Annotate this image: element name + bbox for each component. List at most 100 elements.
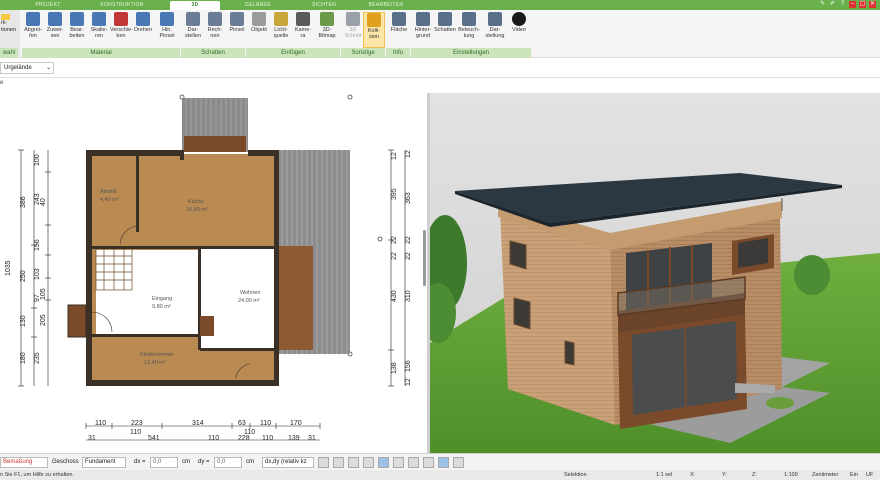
walk-icon[interactable]: [363, 457, 374, 468]
area-icon: [392, 12, 406, 26]
floor-eingang: [96, 250, 200, 336]
selection-handle[interactable]: [347, 94, 353, 100]
ribbon-button-background[interactable]: Hinter- grund: [412, 12, 434, 48]
group-sonstige: Sonstige: [341, 48, 385, 58]
svg-text:395: 395: [391, 188, 398, 200]
floor-dropdown-value: Fundament: [85, 459, 116, 465]
tab-gelaende[interactable]: Gelände: [234, 1, 282, 10]
vertical-scrollbar[interactable]: [423, 230, 426, 286]
window: [564, 340, 575, 366]
svg-text:156: 156: [405, 360, 412, 372]
ortho-icon[interactable]: [438, 457, 449, 468]
ribbon-button-rotate[interactable]: Drehen: [132, 12, 154, 48]
ribbon-button-shadow-brush[interactable]: Pinsel: [226, 12, 248, 48]
status-x: X:: [690, 472, 696, 478]
ribbon-button-label: Skalie- ren: [90, 27, 108, 39]
ribbon-button-video[interactable]: Video: [508, 12, 530, 48]
restore-icon[interactable]: ▢: [859, 1, 866, 8]
ribbon-button-area[interactable]: Fläche: [388, 12, 410, 48]
camera-icon[interactable]: [348, 457, 359, 468]
svg-text:22: 22: [391, 252, 398, 260]
ribbon-button-bitmap[interactable]: 3D- Bitmap: [316, 12, 338, 48]
ribbon-button-shadow-display[interactable]: Dar- stellen: [182, 12, 204, 48]
paint-icon[interactable]: ✐: [829, 1, 836, 8]
ribbon-button-section[interactable]: 3D Schnitt: [342, 12, 364, 48]
room-eingang-label: Eingang: [152, 296, 172, 302]
shadow-display-icon: [186, 12, 200, 26]
ribbon-button-camera[interactable]: Kame- ra: [292, 12, 314, 48]
dy-value: 0,0: [217, 459, 226, 465]
ribbon-button-collision[interactable]: Kolli- sion: [363, 12, 385, 48]
ribbon-button-label: Drehen: [133, 27, 153, 33]
help-icon[interactable]: ?: [839, 1, 846, 8]
svg-text:31: 31: [88, 435, 96, 442]
info-icon[interactable]: [453, 457, 464, 468]
pin-icon[interactable]: ✎: [819, 1, 826, 8]
status-unit: Zentimeter: [812, 472, 839, 478]
minimize-icon[interactable]: –: [849, 1, 856, 8]
ribbon-button-eyedropper[interactable]: Abgrei- fen: [22, 12, 44, 48]
ribbon-button-edit[interactable]: Bear- beiten: [66, 12, 88, 48]
view-icon[interactable]: [333, 457, 344, 468]
entry-step: [67, 304, 87, 338]
tree-right: [794, 255, 830, 295]
ribbon-button-display[interactable]: Dar- stellung: [484, 12, 506, 48]
layer-icon[interactable]: [393, 457, 404, 468]
ribbon-button-scale[interactable]: Skalie- ren: [88, 12, 110, 48]
ribbon-button-label: Beleuch- tung: [458, 27, 480, 39]
dx-input[interactable]: 0,0: [150, 457, 178, 468]
group-schatten: Schatten: [181, 48, 245, 58]
chevron-down-icon: ⌄: [45, 65, 51, 71]
tab-konstruktion[interactable]: Konstruktion: [92, 1, 152, 10]
shadow-calc-icon: [208, 12, 222, 26]
svg-text:22: 22: [405, 236, 412, 244]
dy-input[interactable]: 0,0: [214, 457, 242, 468]
floor-plan-view[interactable]: Abstell 4,40 m² Küche 16,80 m² Eingang 9…: [0, 93, 427, 442]
status-y: Y:: [722, 472, 727, 478]
ribbon-button-label: 3D Schnitt: [344, 27, 362, 39]
group-einstellungen: Einstellungen: [411, 48, 531, 58]
svg-text:110: 110: [95, 420, 106, 427]
svg-text:22: 22: [391, 236, 398, 244]
svg-text:180: 180: [20, 352, 27, 364]
tab-bearbeiten[interactable]: Bearbeiten: [358, 1, 414, 10]
ribbon-button-house-shadow[interactable]: Schatten: [434, 12, 456, 48]
undo-icon[interactable]: [318, 457, 329, 468]
close-icon[interactable]: ✕: [869, 1, 876, 8]
fly-icon[interactable]: [378, 457, 389, 468]
selection-handle[interactable]: [377, 236, 383, 242]
svg-text:1035: 1035: [5, 260, 12, 276]
layer-dropdown[interactable]: Urgelände ⌄: [0, 62, 54, 74]
svg-text:100: 100: [34, 154, 41, 166]
svg-text:130: 130: [20, 315, 27, 327]
layer-toolbar: Urgelände ⌄: [0, 58, 880, 78]
coordinate-mode-dropdown[interactable]: dx,dy (relativ kz: [262, 457, 314, 468]
ribbon-button-label: Objekt: [251, 27, 267, 33]
floor-dropdown[interactable]: Fundament: [82, 457, 126, 468]
ribbon-button-assign[interactable]: Zuwei- sen: [44, 12, 66, 48]
tab-projekt[interactable]: Projekt: [26, 1, 70, 10]
ribbon-button-label: Kolli- sion: [367, 28, 381, 40]
row-label: e: [0, 80, 4, 86]
measure-dropdown[interactable]: Bemaßung: [0, 457, 48, 468]
3d-view[interactable]: [430, 93, 880, 453]
tab-3d[interactable]: 3D: [170, 1, 220, 10]
room-kinder-label: Kinderzimmer: [140, 352, 174, 358]
left-dimension-labels: 1035 386 250 130 180 100 243 40 156 103 …: [5, 154, 47, 364]
ribbon-button-lighting[interactable]: Beleuch- tung: [458, 12, 480, 48]
grid-icon[interactable]: [408, 457, 419, 468]
shrub: [766, 397, 794, 409]
scale-icon: [92, 12, 106, 26]
eyedropper-icon: [26, 12, 40, 26]
ribbon-button-brush[interactable]: Hin. Pinsel: [156, 12, 178, 48]
ribbon-button-object[interactable]: Objekt: [248, 12, 270, 48]
tab-sichten[interactable]: Sichten: [300, 1, 348, 10]
room-abstell-area: 4,40 m²: [100, 197, 119, 203]
ribbon-button-light[interactable]: Licht- quelle: [270, 12, 292, 48]
snap-icon[interactable]: [423, 457, 434, 468]
ribbon-button-shadow-calc[interactable]: Rech- nen: [204, 12, 226, 48]
ribbon-button-label: Dar- stellung: [485, 27, 505, 39]
ribbon-button-move[interactable]: Verschie- ben: [110, 12, 133, 48]
window: [513, 297, 531, 330]
assign-icon: [48, 12, 62, 26]
